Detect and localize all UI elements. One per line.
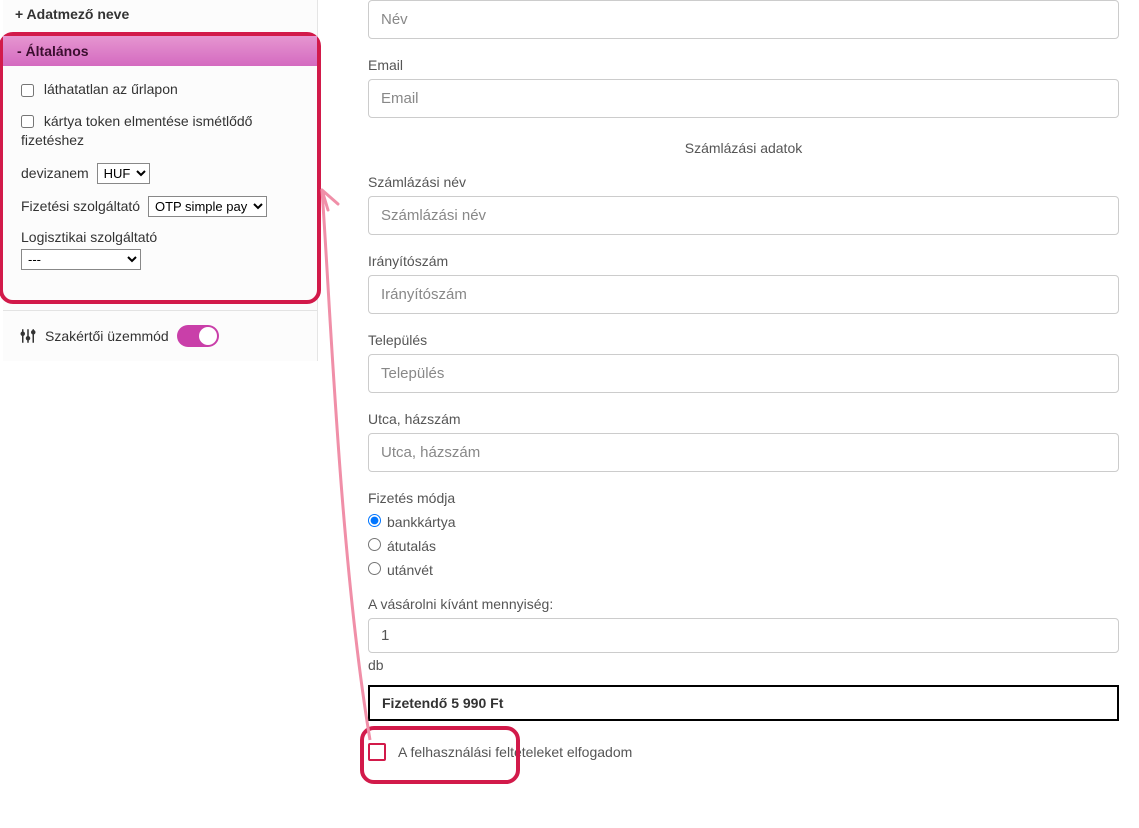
currency-select[interactable]: HUF [97, 163, 150, 184]
paymethod-transfer-label: átutalás [387, 538, 436, 554]
total-amount-box: Fizetendő 5 990 Ft [368, 685, 1119, 721]
city-label: Település [368, 332, 1119, 348]
city-input[interactable] [368, 354, 1119, 393]
billing-name-input[interactable] [368, 196, 1119, 235]
form-preview: Email Számlázási adatok Számlázási név I… [332, 0, 1133, 761]
expert-mode-label: Szakértői üzemmód [45, 328, 169, 344]
terms-label: A felhasználási feltételeket elfogadom [398, 744, 632, 760]
logistics-label: Logisztikai szolgáltató [21, 229, 299, 245]
paymethod-cod-radio[interactable] [368, 562, 381, 575]
currency-label: devizanem [21, 165, 89, 181]
street-label: Utca, házszám [368, 411, 1119, 427]
sidebar: + Adatmező neve - Általános láthatatlan … [3, 0, 318, 361]
payment-provider-label: Fizetési szolgáltató [21, 198, 140, 214]
payment-method-label: Fizetés módja [368, 490, 1119, 506]
qty-unit: db [368, 657, 1119, 673]
sliders-icon [19, 327, 37, 345]
street-input[interactable] [368, 433, 1119, 472]
invisible-checkbox-label: láthatatlan az űrlapon [44, 81, 178, 97]
paymethod-card-label: bankkártya [387, 514, 455, 530]
general-section-body: láthatatlan az űrlapon kártya token elme… [3, 66, 317, 296]
general-section-highlight: - Általános láthatatlan az űrlapon kárty… [0, 32, 321, 304]
terms-checkbox[interactable] [368, 743, 386, 761]
payment-provider-select[interactable]: OTP simple pay [148, 196, 267, 217]
logistics-select[interactable]: --- [21, 249, 141, 270]
paymethod-cod-label: utánvét [387, 562, 433, 578]
invisible-checkbox[interactable] [21, 84, 34, 97]
payment-method-group: bankkártya átutalás utánvét [368, 514, 1119, 578]
qty-input[interactable] [368, 618, 1119, 653]
email-label: Email [368, 57, 1119, 73]
general-section-header[interactable]: - Általános [3, 36, 317, 66]
billing-section-title: Számlázási adatok [368, 140, 1119, 156]
zip-input[interactable] [368, 275, 1119, 314]
terms-row: A felhasználási feltételeket elfogadom [368, 743, 1119, 761]
paymethod-card-radio[interactable] [368, 514, 381, 527]
email-input[interactable] [368, 79, 1119, 118]
zip-label: Irányítószám [368, 253, 1119, 269]
card-token-label: kártya token elmentése ismétlődő fizetés… [21, 113, 252, 149]
paymethod-transfer-radio[interactable] [368, 538, 381, 551]
expert-mode-row: Szakértői üzemmód [3, 310, 317, 361]
name-input[interactable] [368, 0, 1119, 39]
qty-label: A vásárolni kívánt mennyiség: [368, 596, 1119, 612]
add-field-row[interactable]: + Adatmező neve [3, 0, 317, 32]
card-token-checkbox[interactable] [21, 115, 34, 128]
expert-mode-toggle[interactable] [177, 325, 219, 347]
billing-name-label: Számlázási név [368, 174, 1119, 190]
